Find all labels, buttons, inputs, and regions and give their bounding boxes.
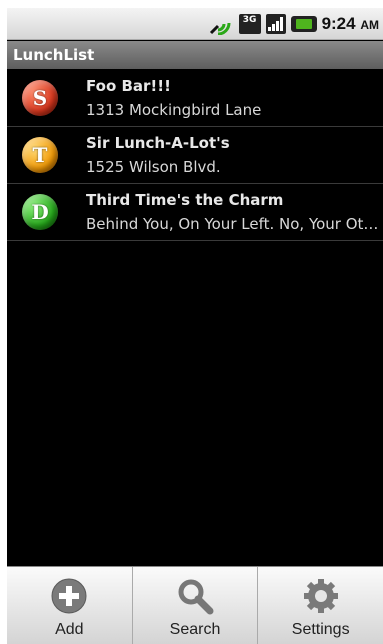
- list-item[interactable]: T Sir Lunch-A-Lot's 1525 Wilson Blvd.: [7, 127, 383, 184]
- battery-charging-icon: [290, 16, 317, 32]
- list-item[interactable]: S Foo Bar!!! 1313 Mockingbird Lane: [7, 70, 383, 127]
- gear-icon: [303, 579, 338, 613]
- signal-strength-icon: [265, 14, 286, 34]
- restaurant-name: Third Time's the Charm: [86, 191, 284, 209]
- restaurant-type-badge: T: [22, 137, 58, 173]
- restaurant-name: Foo Bar!!!: [86, 77, 171, 95]
- clock-ampm: AM: [360, 18, 379, 32]
- list-item[interactable]: D Third Time's the Charm Behind You, On …: [7, 184, 383, 241]
- menu-search-button[interactable]: Search: [133, 567, 259, 644]
- app-title: LunchList: [7, 41, 383, 69]
- network-3g-icon: 3G: [238, 14, 261, 34]
- restaurant-address: Behind You, On Your Left. No, Your Other…: [86, 215, 381, 233]
- restaurant-list[interactable]: S Foo Bar!!! 1313 Mockingbird Lane T Sir…: [7, 70, 383, 241]
- restaurant-address: 1313 Mockingbird Lane: [86, 101, 262, 119]
- restaurant-address: 1525 Wilson Blvd.: [86, 158, 221, 176]
- options-menu: Add Search Settings: [7, 566, 383, 644]
- plus-circle-icon: [51, 578, 87, 614]
- sync-icon: [209, 22, 231, 35]
- status-clock: 9:24 AM: [322, 14, 379, 34]
- status-bar: 3G 9:24 AM: [7, 8, 383, 40]
- menu-add-label: Add: [55, 621, 84, 638]
- status-icons: 3G 9:24 AM: [208, 8, 379, 40]
- device-screen: 3G 9:24 AM LunchList S Foo Bar!!! 1313 M…: [7, 8, 383, 644]
- menu-settings-label: Settings: [291, 621, 350, 638]
- restaurant-type-badge: D: [22, 194, 58, 230]
- menu-search-label: Search: [169, 621, 221, 638]
- clock-time: 9:24: [321, 14, 356, 33]
- menu-settings-button[interactable]: Settings: [258, 567, 383, 644]
- menu-add-button[interactable]: Add: [7, 567, 133, 644]
- magnifier-icon: [178, 579, 214, 615]
- restaurant-type-badge: S: [22, 80, 58, 116]
- restaurant-name: Sir Lunch-A-Lot's: [86, 134, 230, 152]
